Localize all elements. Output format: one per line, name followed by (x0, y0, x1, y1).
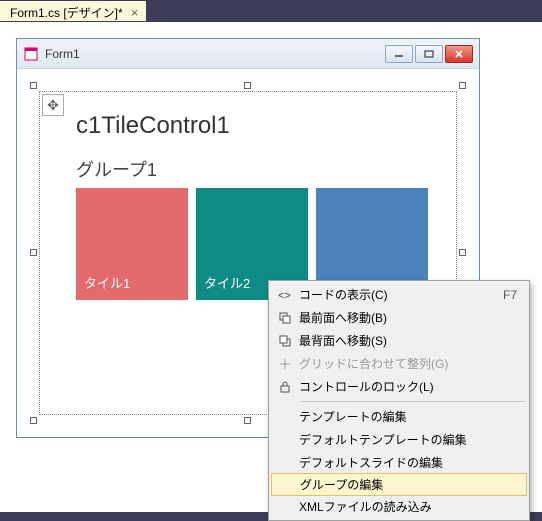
document-tab-bar: Form1.cs [デザイン]* × (0, 0, 542, 22)
menu-item-label: 最背面へ移動(S) (299, 332, 517, 349)
bring-front-icon (271, 311, 299, 325)
window-title: Form1 (45, 47, 385, 61)
menu-item-label: デフォルトテンプレートの編集 (299, 431, 517, 448)
move-icon[interactable]: ✥ (42, 94, 64, 116)
menu-item-label: デフォルトスライドの編集 (299, 454, 517, 471)
menu-item: グリッドに合わせて整列(G) (271, 352, 527, 375)
document-tab[interactable]: Form1.cs [デザイン]* × (0, 1, 146, 21)
menu-item-label: XMLファイルの読み込み (299, 498, 517, 515)
menu-item[interactable]: テンプレートの編集 (271, 405, 527, 428)
menu-separator (301, 401, 525, 402)
resize-handle-ml[interactable] (30, 249, 37, 256)
menu-item[interactable]: 最背面へ移動(S) (271, 329, 527, 352)
control-title: c1TileControl1 (76, 112, 230, 140)
menu-item-label: テンプレートの編集 (299, 408, 517, 425)
tile[interactable]: タイル1 (76, 188, 188, 300)
menu-item[interactable]: コントロールのロック(L) (271, 375, 527, 398)
tab-label: Form1.cs [デザイン]* (10, 4, 123, 21)
resize-handle-bl[interactable] (30, 417, 37, 424)
send-back-icon (271, 334, 299, 348)
resize-handle-tc[interactable] (244, 82, 251, 89)
lock-icon (271, 380, 299, 394)
resize-handle-bc[interactable] (244, 417, 251, 424)
close-button[interactable] (445, 45, 473, 63)
align-grid-icon (271, 357, 299, 371)
minimize-button[interactable] (385, 45, 413, 63)
menu-item-label: コードの表示(C) (299, 286, 503, 303)
close-icon[interactable]: × (129, 6, 141, 19)
form-icon (23, 46, 39, 62)
tile-label: タイル2 (204, 273, 250, 292)
context-menu: <> コードの表示(C)F7 最前面へ移動(B) 最背面へ移動(S) グリッドに合わせて… (268, 280, 530, 521)
menu-item-shortcut: F7 (503, 288, 517, 302)
menu-item-label: グループの編集 (300, 476, 516, 493)
menu-item[interactable]: <> コードの表示(C)F7 (271, 283, 527, 306)
maximize-button[interactable] (415, 45, 443, 63)
resize-handle-mr[interactable] (459, 249, 466, 256)
menu-item-label: グリッドに合わせて整列(G) (299, 355, 517, 372)
resize-handle-tr[interactable] (459, 82, 466, 89)
menu-item[interactable]: デフォルトテンプレートの編集 (271, 428, 527, 451)
menu-item[interactable]: グループの編集 (271, 473, 527, 496)
titlebar: Form1 (17, 39, 479, 69)
menu-item[interactable]: 最前面へ移動(B) (271, 306, 527, 329)
menu-item-label: 最前面へ移動(B) (299, 309, 517, 326)
menu-item-label: コントロールのロック(L) (299, 378, 517, 395)
resize-handle-tl[interactable] (30, 82, 37, 89)
group-label: グループ1 (76, 156, 157, 182)
svg-text:<>: <> (278, 290, 291, 302)
menu-item[interactable]: デフォルトスライドの編集 (271, 451, 527, 474)
menu-item[interactable]: XMLファイルの読み込み (271, 495, 527, 518)
tile-label: タイル1 (84, 273, 130, 292)
code-icon: <> (271, 288, 299, 302)
